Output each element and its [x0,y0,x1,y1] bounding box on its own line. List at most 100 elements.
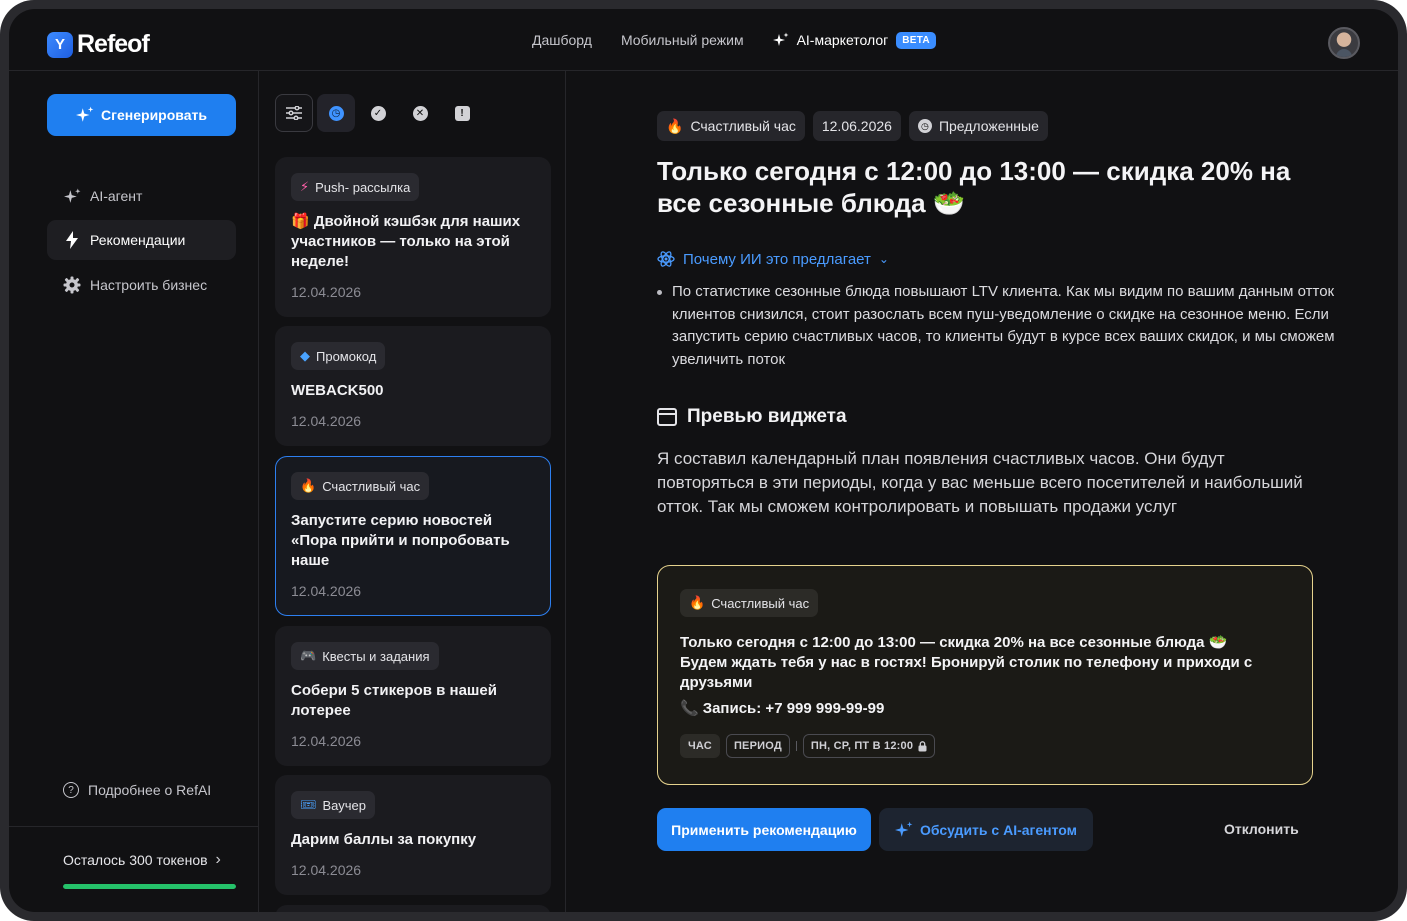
discuss-label: Обсудить с AI-агентом [919,821,1077,838]
preview-description: Я составил календарный план появления сч… [657,449,1303,516]
list-item[interactable]: ◆ Промокод WEBACK500 12.04.2026 [275,326,551,446]
filter-rejected-button[interactable]: ✕ [401,94,439,132]
atom-icon [657,251,675,267]
tokens-panel: Осталось 300 токенов › [9,826,259,912]
sparkle-icon [772,32,789,46]
logo-icon: Y [47,31,73,58]
card-date: 12.04.2026 [291,284,362,300]
reject-button[interactable]: Отклонить [1224,821,1299,837]
clock-icon: ◷ [917,119,932,133]
logo-text: Refeof [77,30,150,58]
card-title: Запустите серию новостей «Пора прийти и … [291,512,510,569]
widget-phone: 📞 Запись: +7 999 999-99-99 [680,699,1290,718]
widget-text: Только сегодня с 12:00 до 13:00 — скидка… [680,634,1253,691]
chip-type-label: Счастливый час [690,118,796,134]
pill-period[interactable]: ПЕРИОД [725,734,790,758]
tokens-progress-fill [63,884,236,889]
card-tag: ◆ Промокод [291,342,386,370]
main-nav: Дашборд Мобильный режим AI-маркетолог BE… [532,9,936,71]
tokens-label: Осталось 300 токенов [63,852,208,868]
card-title: 🎁 Двойной кэшбэк для наших участников — … [291,213,521,270]
nav-dashboard[interactable]: Дашборд [532,32,592,48]
fire-icon: 🔥 [666,117,684,134]
widget-preview: 🔥 Счастливый час Только сегодня с 12:00 … [657,565,1313,785]
card-title: Собери 5 стикеров в нашей лотерее [291,682,497,719]
recommendations-list: ◷ ✓ ✕ ! ⚡ Push- рассылка 🎁 Двойной кэшбэ… [260,71,566,912]
clock-icon: ◷ [328,105,344,121]
discuss-button[interactable]: Обсудить с AI-агентом [879,808,1093,851]
list-item-selected[interactable]: 🔥 Счастливый час Запустите серию новосте… [275,456,551,616]
widget-tag-label: Счастливый час [711,595,810,611]
gamepad-icon: 🎮 [300,648,317,663]
sidebar: Сгенерировать AI-агент Рекомендации Наст… [9,71,259,912]
card-date: 12.04.2026 [291,733,362,749]
detail-chips: 🔥 Счастливый час 12.06.2026 ◷ Предложенн… [657,111,1048,141]
sidebar-item-label: Рекомендации [90,232,186,248]
widget-tag: 🔥 Счастливый час [680,589,819,617]
lock-icon [918,740,927,751]
help-link[interactable]: ? Подробнее о RefAI [63,782,211,798]
card-date: 12.04.2026 [291,413,362,429]
pill-separator [795,741,797,751]
chip-status: ◷ Предложенные [908,111,1048,141]
beta-badge: BETA [896,31,936,49]
filter-warning-button[interactable]: ! [443,94,481,132]
generate-button[interactable]: Сгенерировать [47,94,236,136]
sparkle-icon [63,188,81,205]
pill-hour[interactable]: ЧАС [680,734,720,758]
avatar[interactable] [1328,27,1360,59]
sidebar-item-business-settings[interactable]: Настроить бизнес [47,265,236,305]
widget-phone-label: Запись: +7 999 999-99-99 [702,699,885,717]
gear-icon [63,276,81,294]
ai-reason-text: По статистике сезонные блюда повышают LT… [672,283,1335,368]
widget-schedule-pills: ЧАС ПЕРИОД ПН, СР, ПТ В 12:00 [680,734,1290,758]
app-screen: Y Refeof Дашборд Мобильный режим AI-марк… [9,9,1398,912]
card-date: 12.04.2026 [291,862,362,878]
sidebar-item-label: AI-агент [90,188,143,204]
brand-logo[interactable]: Y Refeof [47,30,150,59]
filter-pending-button[interactable]: ◷ [317,94,355,132]
sparkle-icon [894,821,913,837]
check-icon: ✓ [370,105,386,121]
chip-date: 12.06.2026 [812,111,901,141]
preview-heading: Превью виджета [657,406,847,428]
filter-accepted-button[interactable]: ✓ [359,94,397,132]
filter-settings-button[interactable] [275,94,313,132]
top-bar: Y Refeof Дашборд Мобильный режим AI-марк… [9,9,1398,71]
chip-type: 🔥 Счастливый час [657,111,805,141]
list-item[interactable]: ⚡ Push- рассылка 🎁 Двойной кэшбэк для на… [275,157,551,317]
device-frame: Y Refeof Дашборд Мобильный режим AI-марк… [0,0,1407,921]
chevron-right-icon: › [215,851,221,868]
card-tag: 🔥 Счастливый час [291,472,430,500]
why-ai-toggle[interactable]: Почему ИИ это предлагает ⌄ [657,250,889,268]
close-icon: ✕ [412,105,428,121]
sidebar-item-label: Настроить бизнес [90,277,208,293]
list-item[interactable]: 🎟 Ваучер Дарим баллы за покупку 12.04.20… [275,775,551,895]
card-title: WEBACK500 [291,382,384,399]
alert-icon: ! [454,105,470,121]
chip-status-label: Предложенные [938,118,1039,134]
diamond-icon: ◆ [300,348,310,363]
card-tag-label: Счастливый час [322,478,421,494]
generate-label: Сгенерировать [101,107,207,123]
nav-ai-label: AI-маркетолог [796,32,889,48]
fire-icon: 🔥 [689,595,706,610]
pill-schedule[interactable]: ПН, СР, ПТ В 12:00 [802,734,936,758]
recommendation-detail: 🔥 Счастливый час 12.06.2026 ◷ Предложенн… [567,71,1398,912]
pill-schedule-label: ПН, СР, ПТ В 12:00 [810,740,914,752]
apply-button[interactable]: Применить рекомендацию [657,808,871,851]
window-icon [657,408,677,426]
tokens-link[interactable]: Осталось 300 токенов › [63,851,221,869]
bullet-dot [657,290,662,295]
nav-mobile-mode[interactable]: Мобильный режим [621,32,744,48]
lightning-icon [63,231,81,249]
sidebar-item-ai-agent[interactable]: AI-агент [47,176,236,216]
list-item[interactable] [275,905,551,912]
card-tag: 🎟 Ваучер [291,791,376,819]
list-item[interactable]: 🎮 Квесты и задания Собери 5 стикеров в н… [275,626,551,766]
nav-ai-marketer[interactable]: AI-маркетолог BETA [772,31,936,49]
page-title: Только сегодня с 12:00 до 13:00 — скидка… [657,156,1291,218]
sidebar-item-recommendations[interactable]: Рекомендации [47,220,236,260]
lightning-icon: ⚡ [300,179,310,194]
phone-icon: 📞 [680,700,699,717]
